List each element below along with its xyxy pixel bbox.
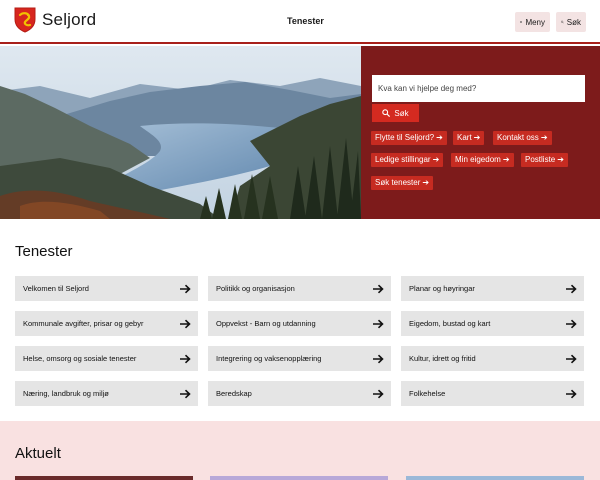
service-tile[interactable]: Velkomen til Seljord [15,276,198,301]
service-tile-label: Beredskap [216,389,252,398]
arrow-right-icon: ➔ [432,155,440,164]
arrow-right-icon [180,284,191,293]
quick-link-label: Søk tenester [375,178,421,187]
service-tile-label: Planar og høyringar [409,284,475,293]
service-tile-label: Eigedom, bustad og kart [409,319,491,328]
aktuelt-heading: Aktuelt [15,445,61,462]
coat-of-arms-icon [14,7,36,33]
quick-link-label: Flytte til Seljord? [375,133,435,142]
arrow-right-icon: ➔ [557,155,564,164]
service-tile-label: Integrering og vaksenopplæring [216,354,322,363]
arrow-right-icon [566,354,577,363]
service-tile-label: Næring, landbruk og miljø [23,389,109,398]
site-logo[interactable]: Seljord [14,7,96,33]
service-tile[interactable]: Folkehelse [401,381,584,406]
arrow-right-icon [373,284,384,293]
hero-image [0,46,361,219]
hamburger-icon [520,21,523,23]
service-tile[interactable]: Helse, omsorg og sosiale tenester [15,346,198,371]
quick-link-label: Min eigedom [455,155,501,164]
arrow-right-icon [373,319,384,328]
arrow-right-icon: ➔ [540,133,548,142]
service-tile[interactable]: Eigedom, bustad og kart [401,311,584,336]
service-tile[interactable]: Planar og høyringar [401,276,584,301]
hero-search-input[interactable] [372,75,585,102]
quick-link-flytte[interactable]: Flytte til Seljord? ➔ [371,131,447,145]
news-thumbnail[interactable] [406,476,584,480]
service-tile[interactable]: Næring, landbruk og miljø [15,381,198,406]
service-tile-label: Kultur, idrett og fritid [409,354,476,363]
tenester-heading: Tenester [15,243,73,260]
quick-link-tenester[interactable]: Søk tenester ➔ [371,176,434,190]
menu-button[interactable]: Meny [515,12,550,32]
arrow-right-icon: ➔ [473,133,481,142]
service-tile-label: Velkomen til Seljord [23,284,89,293]
arrow-right-icon [180,389,191,398]
arrow-right-icon [373,389,384,398]
news-thumbnail[interactable] [210,476,388,480]
quick-link-label: Kontakt oss [497,133,539,142]
nav-link-tenester[interactable]: Tenester [287,16,324,26]
search-icon [561,20,564,24]
quick-link-eigedom[interactable]: Min eigedom ➔ [451,153,514,167]
news-thumbnail[interactable] [15,476,193,480]
hero-search-label: Søk [394,108,409,118]
arrow-right-icon [566,319,577,328]
header-search-button[interactable]: Søk [556,12,586,32]
service-tile-label: Helse, omsorg og sosiale tenester [23,354,137,363]
service-tile[interactable]: Kultur, idrett og fritid [401,346,584,371]
hero-search-button[interactable]: Søk [372,104,419,122]
service-tile-label: Politikk og organisasjon [216,284,295,293]
service-tile[interactable]: Beredskap [208,381,391,406]
service-tile[interactable]: Oppvekst - Barn og utdanning [208,311,391,336]
site-header: Seljord Tenester Meny Søk [0,0,600,44]
quick-link-kart[interactable]: Kart ➔ [453,131,485,145]
landscape-illustration [0,46,361,219]
quick-link-label: Ledige stillingar [375,155,431,164]
arrow-right-icon [373,354,384,363]
service-tile[interactable]: Kommunale avgifter, prisar og gebyr [15,311,198,336]
service-tile[interactable]: Politikk og organisasjon [208,276,391,301]
header-search-label: Søk [566,17,581,27]
arrow-right-icon: ➔ [502,155,510,164]
logo-text: Seljord [42,10,97,29]
quick-link-postliste[interactable]: Postliste ➔ [521,153,568,167]
search-icon [382,109,391,117]
service-tile-label: Kommunale avgifter, prisar og gebyr [23,319,144,328]
quick-link-stillingar[interactable]: Ledige stillingar ➔ [371,153,444,167]
hero-search-panel: Søk Flytte til Seljord?➔ Kart➔ Kontakt o… [361,46,600,219]
quick-link-label: Kart [457,133,472,142]
aktuelt-section: Aktuelt [0,421,600,480]
service-tile-label: Oppvekst - Barn og utdanning [216,319,316,328]
arrow-right-icon [180,319,191,328]
service-tile-label: Folkehelse [409,389,446,398]
quick-link-kontakt[interactable]: Kontakt oss ➔ [493,131,552,145]
quick-link-label: Postliste [525,155,556,164]
menu-label: Meny [525,17,545,27]
arrow-right-icon [566,284,577,293]
arrow-right-icon [180,354,191,363]
arrow-right-icon: ➔ [436,133,443,142]
arrow-right-icon: ➔ [422,178,430,187]
arrow-right-icon [566,389,577,398]
service-tile[interactable]: Integrering og vaksenopplæring [208,346,391,371]
